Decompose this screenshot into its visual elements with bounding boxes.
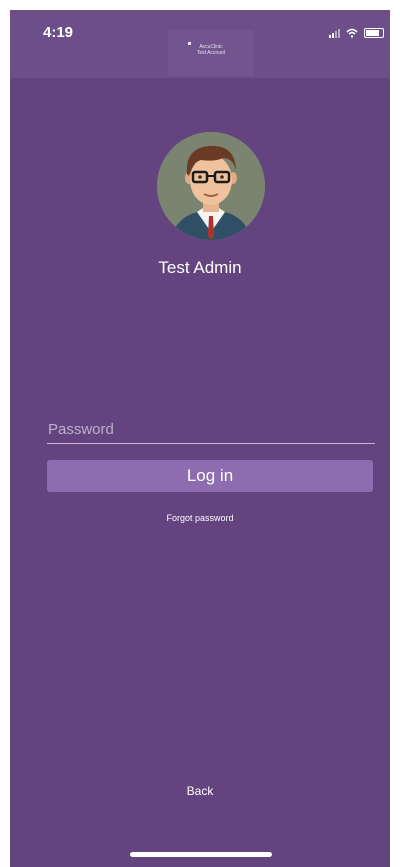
battery-icon [364, 28, 384, 38]
app-logo: AccuClinic Test Account [168, 30, 254, 76]
avatar [157, 132, 265, 240]
avatar-icon [157, 132, 265, 240]
forgot-password-link[interactable]: Forgot password [10, 513, 390, 523]
back-link[interactable]: Back [10, 784, 390, 798]
home-indicator [130, 852, 272, 857]
status-time: 4:19 [43, 24, 74, 41]
status-icons [329, 28, 384, 38]
logo-line-2: Test Account [196, 50, 226, 56]
logo-text: AccuClinic Test Account [168, 44, 254, 56]
login-screen: 4:19 AccuClinic Test Account Test Admin … [10, 10, 390, 867]
password-field[interactable] [47, 415, 375, 444]
login-button[interactable]: Log in [47, 460, 373, 492]
signal-icon [329, 28, 340, 38]
wifi-icon [346, 28, 358, 38]
status-bar: 4:19 AccuClinic Test Account [10, 10, 390, 78]
user-name: Test Admin [158, 258, 242, 277]
